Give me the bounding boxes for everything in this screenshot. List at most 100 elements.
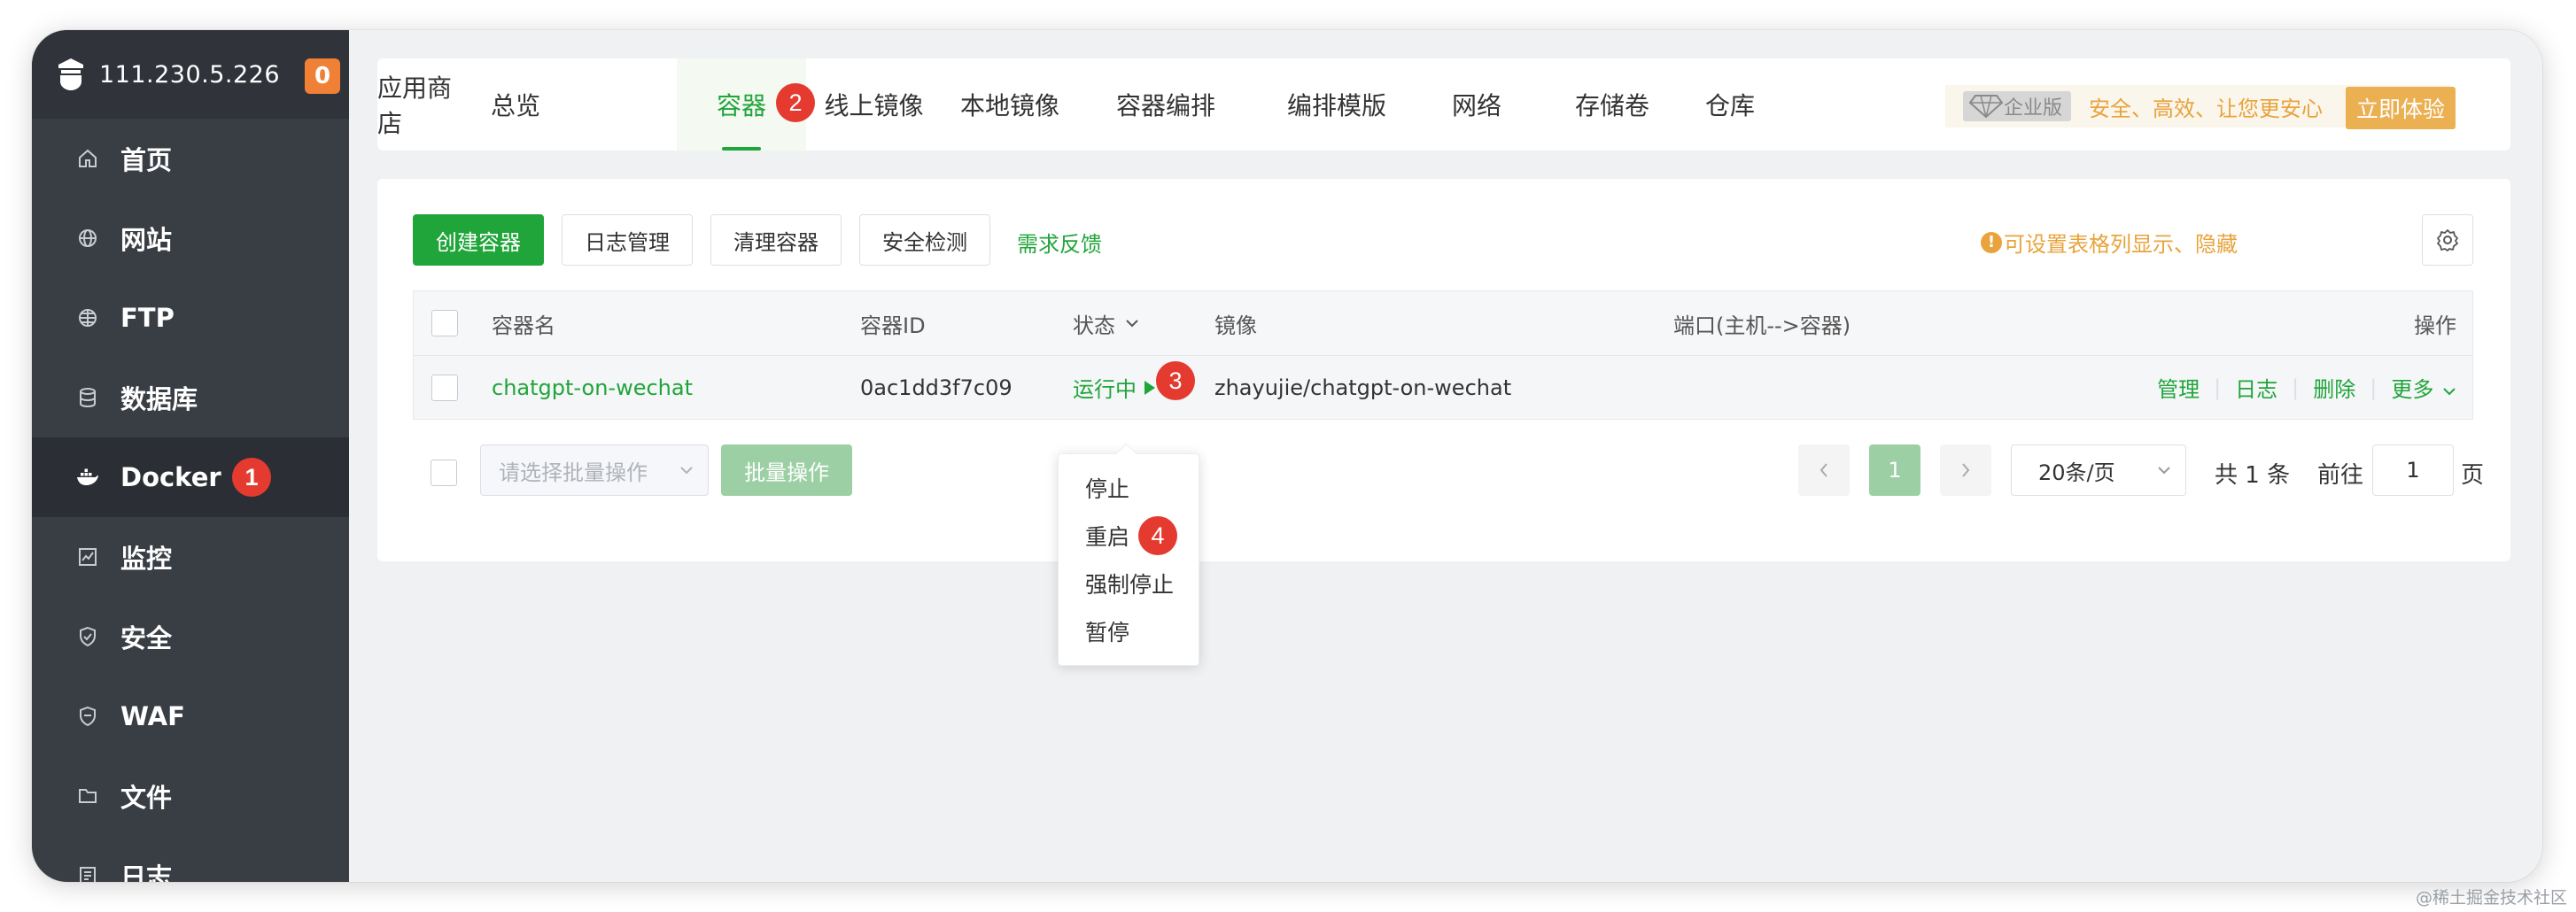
database-icon <box>76 386 99 409</box>
tab-containers[interactable]: 容器 2 <box>677 58 815 151</box>
bulk-select-checkbox[interactable] <box>431 460 457 486</box>
status-running[interactable]: 运行中 <box>1073 356 1156 419</box>
prev-page-button[interactable] <box>1798 444 1850 496</box>
status-dropdown-menu: 停止 重启 4 强制停止 暂停 <box>1058 453 1199 666</box>
tab-volumes[interactable]: 存储卷 <box>1563 58 1662 151</box>
security-check-button[interactable]: 安全检测 <box>859 214 990 266</box>
sidebar-item-security[interactable]: 安全 <box>32 597 349 676</box>
shield-icon <box>76 625 99 648</box>
info-icon: ! <box>1981 231 2002 253</box>
delete-link[interactable]: 删除 <box>2313 372 2355 403</box>
container-table: 容器名 容器ID 状态 镜像 端口(主机-->容器) 操作 chatgpt-on… <box>413 290 2473 420</box>
goto-page-input[interactable]: 1 <box>2372 444 2454 496</box>
sidebar-item-label: WAF <box>120 701 185 731</box>
page-size-value: 20条/页 <box>2038 460 2115 485</box>
chevron-down-icon <box>1126 320 1138 328</box>
header-port: 端口(主机-->容器) <box>1673 313 1851 338</box>
more-link-label: 更多 <box>2391 377 2434 402</box>
sidebar-item-database[interactable]: 数据库 <box>32 358 349 437</box>
page-button[interactable]: 1 <box>1869 444 1920 496</box>
gear-icon <box>2437 229 2458 251</box>
tab-network[interactable]: 网络 <box>1443 58 1510 151</box>
watermark: @稀土掘金技术社区 <box>2415 888 2567 908</box>
chevron-left-icon <box>1819 463 1827 477</box>
row-checkbox[interactable] <box>431 374 458 401</box>
goto-suffix: 页 <box>2461 462 2485 489</box>
page-size-select[interactable]: 20条/页 <box>2011 444 2186 496</box>
ftp-globe-icon <box>76 306 99 329</box>
header-operations: 操作 <box>2414 313 2456 338</box>
promo-text: 安全、高效、让您更安心 <box>2089 96 2324 121</box>
monitor-icon <box>76 545 99 568</box>
sidebar-item-waf[interactable]: WAF <box>32 676 349 756</box>
header-status[interactable]: 状态 <box>1073 291 1140 355</box>
message-count-badge[interactable]: 0 <box>305 58 340 94</box>
logs-link[interactable]: 日志 <box>2235 372 2277 403</box>
clean-containers-button[interactable]: 清理容器 <box>710 214 842 266</box>
divider: | <box>2214 375 2222 400</box>
sidebar-item-label: 文件 <box>120 783 173 813</box>
sidebar-item-ftp[interactable]: FTP <box>32 278 349 358</box>
table-header: 容器名 容器ID 状态 镜像 端口(主机-->容器) 操作 <box>413 290 2473 356</box>
header-container-name: 容器名 <box>492 313 555 338</box>
column-settings-tip: ! 可设置表格列显示、隐藏 <box>1981 227 2238 258</box>
chevron-down-icon <box>2158 467 2170 475</box>
log-management-button[interactable]: 日志管理 <box>562 214 693 266</box>
step-badge-4: 4 <box>1138 516 1177 555</box>
row-select-cell <box>431 356 458 419</box>
container-image: zhayujie/chatgpt-on-wechat <box>1214 375 1512 400</box>
step-badge-3: 3 <box>1156 361 1195 400</box>
menu-item-force-stop[interactable]: 强制停止 <box>1085 566 1174 601</box>
chevron-down-icon <box>2443 388 2456 396</box>
more-link[interactable]: 更多 <box>2391 372 2456 403</box>
create-container-button[interactable]: 创建容器 <box>413 214 544 266</box>
bulk-action-select[interactable]: 请选择批量操作 <box>480 444 709 496</box>
sidebar-item-docker[interactable]: Docker 1 <box>32 437 349 517</box>
menu-item-pause[interactable]: 暂停 <box>1085 614 1129 649</box>
container-panel: 创建容器 日志管理 清理容器 安全检测 需求反馈 ! 可设置表格列显示、隐藏 容… <box>377 179 2510 561</box>
sidebar: 111.230.5.226 0 首页 网站 FTP 数据库 Docker 1 监… <box>32 30 349 882</box>
total-count: 共 1 条 <box>2215 462 2291 489</box>
select-all-checkbox[interactable] <box>431 310 458 336</box>
waf-shield-icon <box>76 705 99 728</box>
menu-item-stop[interactable]: 停止 <box>1085 470 1129 506</box>
chevron-right-icon <box>1962 463 1970 477</box>
play-icon <box>1144 380 1155 395</box>
next-page-button[interactable] <box>1940 444 1991 496</box>
container-name-link[interactable]: chatgpt-on-wechat <box>492 356 693 419</box>
sidebar-item-monitor[interactable]: 监控 <box>32 517 349 597</box>
try-now-button[interactable]: 立即体验 <box>2346 87 2456 129</box>
enterprise-badge-label: 企业版 <box>2004 97 2063 120</box>
sidebar-item-website[interactable]: 网站 <box>32 198 349 278</box>
table-row: chatgpt-on-wechat 0ac1dd3f7c09 运行中 3 zha… <box>413 356 2473 420</box>
column-settings-tip-text: 可设置表格列显示、隐藏 <box>2004 232 2238 257</box>
sidebar-item-label: 日志 <box>120 862 173 882</box>
column-settings-button[interactable] <box>2422 214 2473 266</box>
tab-local-images[interactable]: 本地镜像 <box>931 58 1089 151</box>
sidebar-item-label: Docker <box>120 462 221 492</box>
tab-registry[interactable]: 仓库 <box>1695 58 1765 151</box>
divider: | <box>2292 375 2300 400</box>
tab-app-store[interactable]: 应用商店 <box>377 58 466 151</box>
sidebar-item-home[interactable]: 首页 <box>32 119 349 198</box>
header-status-label: 状态 <box>1073 313 1115 338</box>
enterprise-badge: 企业版 <box>1963 91 2072 121</box>
tab-container-compose[interactable]: 容器编排 <box>1102 58 1230 151</box>
tab-online-images[interactable]: 线上镜像 <box>819 58 929 151</box>
home-icon <box>76 147 99 170</box>
menu-item-restart[interactable]: 重启 <box>1085 518 1129 553</box>
tab-overview[interactable]: 总览 <box>466 58 565 151</box>
sidebar-header: 111.230.5.226 0 <box>32 30 349 119</box>
select-all-cell <box>431 291 458 355</box>
feedback-link[interactable]: 需求反馈 <box>1017 227 1102 258</box>
sidebar-item-label: 网站 <box>120 225 173 255</box>
docker-icon <box>76 466 99 489</box>
sidebar-item-logs[interactable]: 日志 <box>32 836 349 882</box>
sidebar-item-files[interactable]: 文件 <box>32 756 349 836</box>
folder-icon <box>76 784 99 808</box>
tab-compose-templates[interactable]: 编排模版 <box>1273 58 1401 151</box>
row-operations: 管理 | 日志 | 删除 | 更多 <box>2157 356 2456 419</box>
bulk-action-button[interactable]: 批量操作 <box>721 444 852 496</box>
log-icon <box>76 864 99 882</box>
manage-link[interactable]: 管理 <box>2157 372 2200 403</box>
